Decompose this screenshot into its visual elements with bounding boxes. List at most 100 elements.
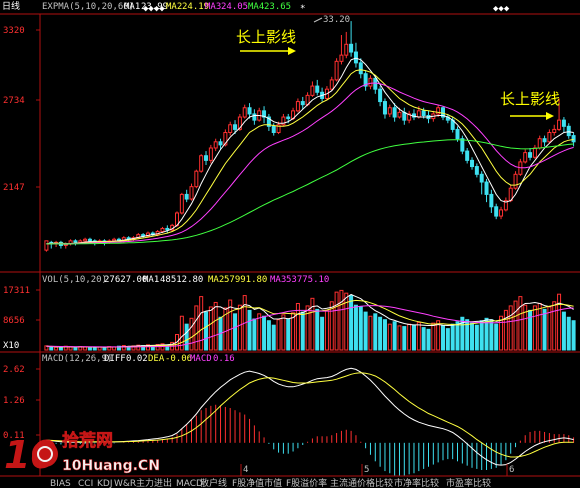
volume-bar[interactable] [528,309,533,351]
volume-bar[interactable] [320,316,325,351]
candle[interactable] [484,181,489,195]
period-label[interactable]: 日线 [2,0,20,12]
volume-bar[interactable] [382,319,387,351]
volume-bar[interactable] [305,305,310,351]
volume-bar[interactable] [300,311,305,351]
volume-bar[interactable] [339,289,344,351]
event-marker-icon[interactable]: ◆◆◆◆ [143,4,165,14]
candle[interactable] [479,173,484,183]
candle[interactable] [378,88,383,103]
volume-bar[interactable] [518,296,523,351]
volume-bar[interactable] [445,328,450,351]
candle[interactable] [218,141,223,146]
candle[interactable] [552,128,557,134]
volume-bar[interactable] [199,296,204,351]
volume-bar[interactable] [508,305,513,351]
volume-bar[interactable] [87,346,92,351]
volume-bar[interactable] [58,347,63,351]
candle[interactable] [460,138,465,152]
volume-bar[interactable] [421,327,426,351]
indicator-tab[interactable]: W&R [114,479,136,488]
volume-bar[interactable] [552,301,557,351]
candle[interactable] [87,238,92,242]
volume-bar[interactable] [479,320,484,351]
candle[interactable] [397,111,402,118]
stock-chart[interactable]: 日线 EXPMA(5,10,20,60) MA1 23.99 MA2 24.19… [0,0,580,488]
volume-bar[interactable] [426,328,431,351]
candle[interactable] [402,111,407,121]
event-marker-icon[interactable]: ◆◆◆ [493,4,510,14]
indicator-tab[interactable]: CCI [78,479,93,488]
candle[interactable] [165,227,170,231]
candle[interactable] [373,77,378,90]
candle[interactable] [189,186,194,200]
candle[interactable] [252,113,257,121]
volume-bar[interactable] [324,309,329,351]
volume-bar[interactable] [450,323,455,351]
volume-bar[interactable] [276,319,281,351]
volume-bar[interactable] [503,309,508,351]
event-marker-icon[interactable]: * [300,4,305,14]
volume-bar[interactable] [532,305,537,351]
volume-bar[interactable] [513,300,518,351]
volume-bar[interactable] [315,308,320,351]
indicator-tab[interactable]: F股溢价率 [286,477,327,488]
candle[interactable] [353,51,358,64]
candle[interactable] [233,124,238,130]
volume-bar[interactable] [73,346,78,351]
volume-bar[interactable] [373,313,378,351]
candle[interactable] [329,79,334,90]
candle[interactable] [523,152,528,163]
candle[interactable] [561,119,566,127]
indicator-tab[interactable]: 主力进出 [136,477,172,488]
indicator-tab[interactable]: 主流通价格比较 [330,477,393,488]
volume-bar[interactable] [252,318,257,351]
volume-bar[interactable] [378,316,383,351]
volume-bar[interactable] [281,314,286,351]
volume-bar[interactable] [397,325,402,351]
candle[interactable] [542,138,547,143]
volume-bar[interactable] [49,346,54,351]
volume-bar[interactable] [266,320,271,351]
indicator-tab[interactable]: 市净率比较 [394,477,439,488]
volume-bar[interactable] [353,304,358,351]
volume-bar[interactable] [566,316,571,351]
candle[interactable] [571,135,576,143]
volume-bar[interactable] [334,291,339,351]
candle[interactable] [557,119,562,130]
volume-bar[interactable] [499,315,504,351]
candle[interactable] [295,101,300,112]
volume-bar[interactable] [262,315,267,351]
volume-bar[interactable] [402,326,407,351]
candle[interactable] [499,209,504,217]
candle[interactable] [382,101,387,115]
candle[interactable] [160,227,165,233]
candle[interactable] [204,155,209,161]
candle[interactable] [494,206,499,217]
indicator-tab[interactable]: MACD [176,479,203,488]
candle[interactable] [44,240,49,251]
candle[interactable] [73,240,78,243]
volume-bar[interactable] [474,324,479,351]
candle[interactable] [194,170,199,188]
candle[interactable] [208,147,213,161]
volume-bar[interactable] [189,317,194,351]
volume-bar[interactable] [411,324,416,351]
candle[interactable] [286,116,291,120]
indicator-tab[interactable]: 市盈率比较 [446,477,491,488]
volume-bar[interactable] [494,323,499,351]
candle[interactable] [184,193,189,200]
candle[interactable] [310,85,315,96]
candle[interactable] [547,132,552,143]
candle[interactable] [247,107,252,115]
candle[interactable] [489,193,494,208]
candle[interactable] [537,138,542,149]
volume-bar[interactable] [92,347,97,351]
volume-bar[interactable] [470,322,475,351]
volume-bar[interactable] [547,306,552,351]
candle[interactable] [465,150,470,161]
candle[interactable] [344,43,349,56]
volume-bar[interactable] [416,321,421,351]
candle[interactable] [566,125,571,137]
candle[interactable] [358,62,363,75]
